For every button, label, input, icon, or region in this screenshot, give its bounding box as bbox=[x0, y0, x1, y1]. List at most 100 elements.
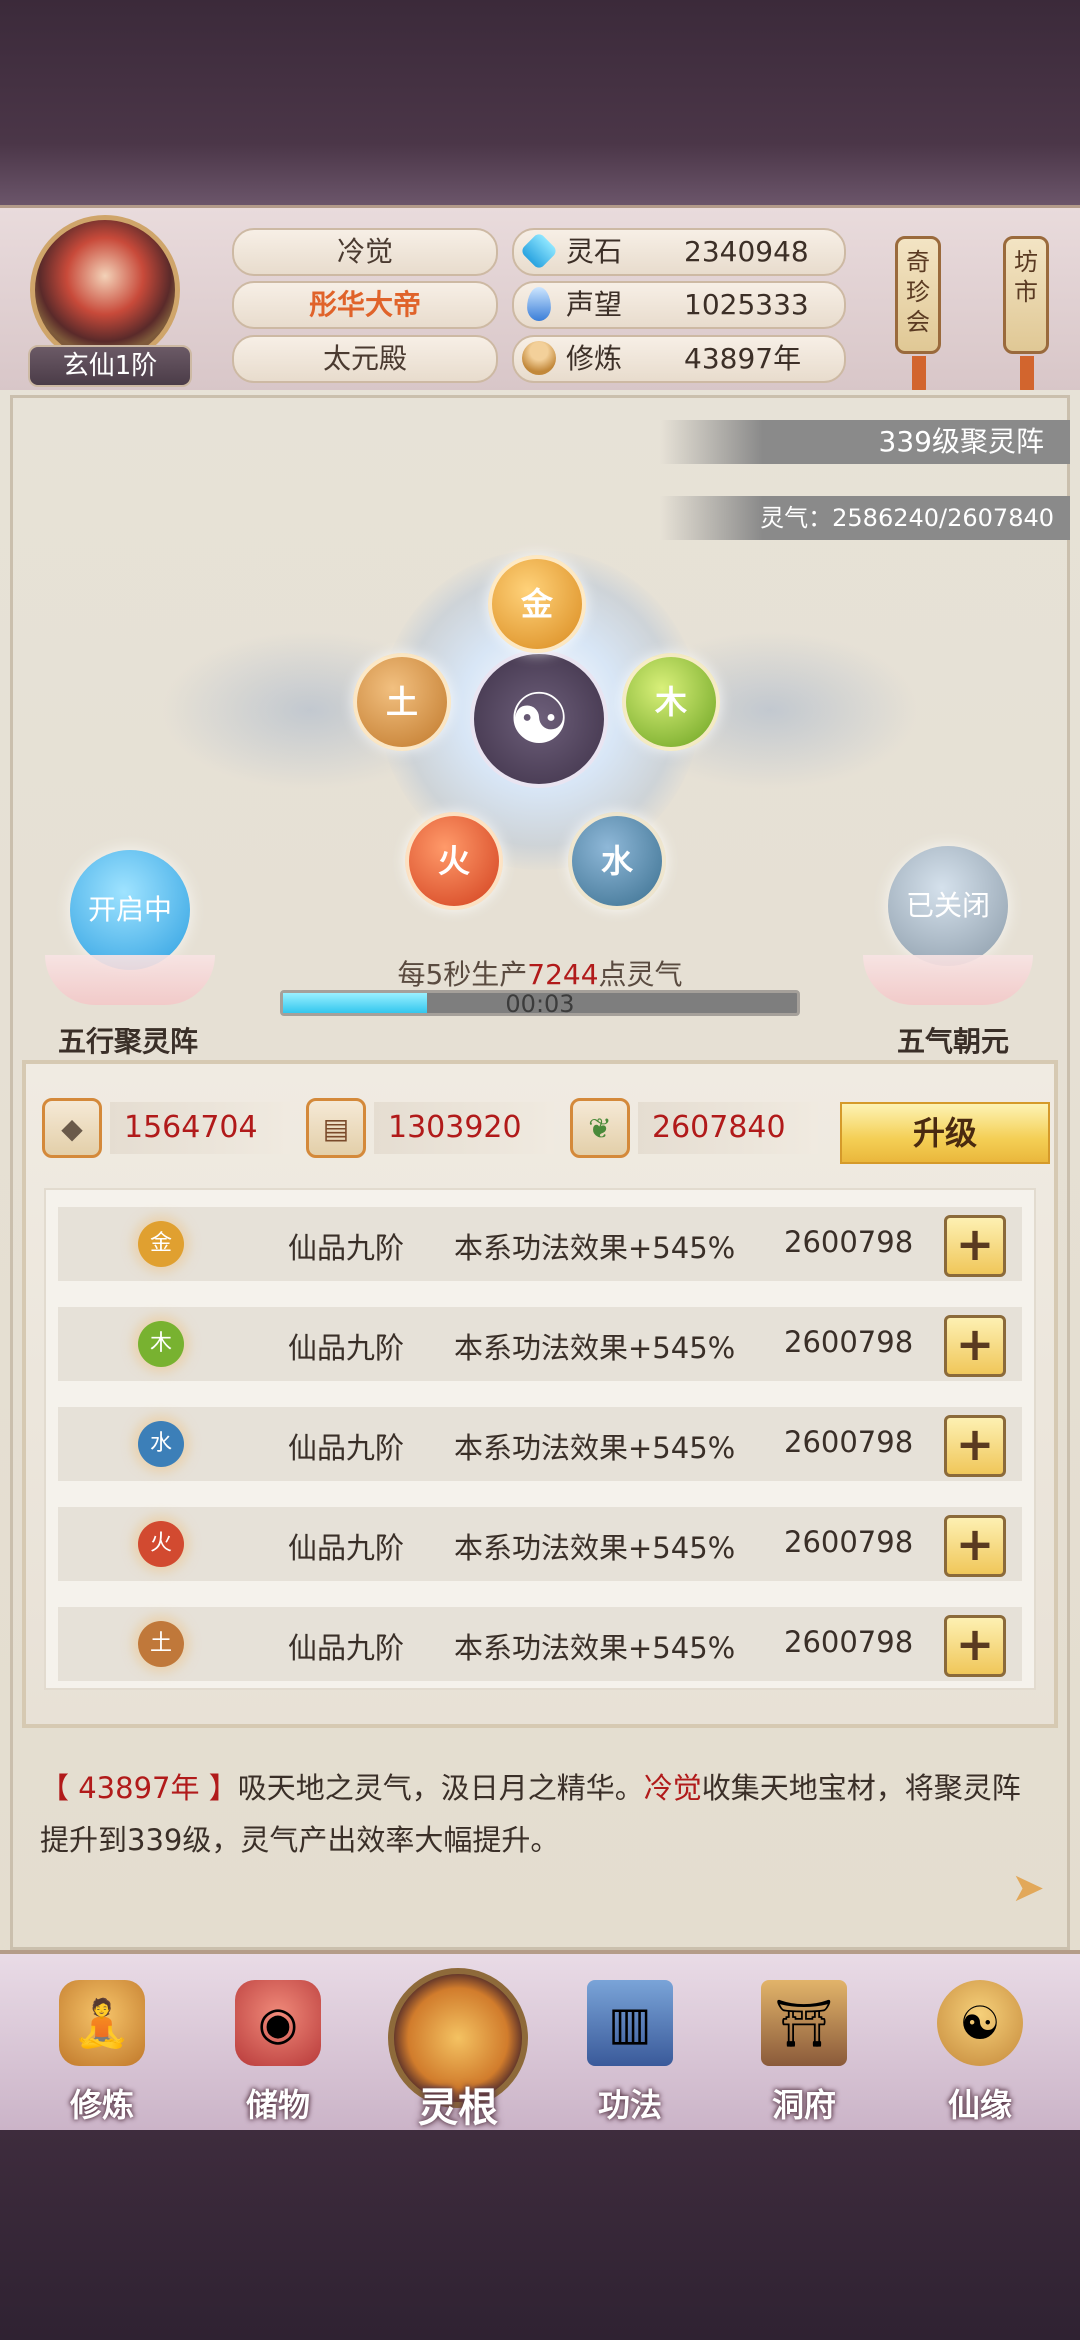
resource-value: 1025333 bbox=[684, 288, 809, 321]
formation-level-banner: 339级聚灵阵 bbox=[660, 420, 1070, 464]
resource-label: 修炼 bbox=[566, 342, 623, 375]
element-badge: 土 bbox=[138, 1621, 184, 1667]
element-grade: 仙品九阶 bbox=[288, 1631, 405, 1665]
nav-label: 洞府 bbox=[771, 2086, 836, 2124]
nav-label: 储物 bbox=[245, 2086, 310, 2124]
five-element-label: 五行聚灵阵 bbox=[58, 1025, 199, 1058]
nav-techniques[interactable]: ▥ 功法 bbox=[570, 1980, 690, 2130]
player-name: 冷觉 bbox=[232, 228, 498, 276]
five-element-formation: ☯ 金 木 水 火 土 bbox=[160, 530, 920, 950]
element-cost: 2600798 bbox=[784, 1225, 914, 1259]
element-grade: 仙品九阶 bbox=[288, 1231, 405, 1265]
nav-fate[interactable]: ☯ 仙缘 bbox=[920, 1980, 1040, 2130]
resource-prestige: 声望 1025333 bbox=[512, 281, 846, 329]
element-water[interactable]: 水 bbox=[568, 812, 666, 910]
element-badge: 水 bbox=[138, 1421, 184, 1467]
bottom-nav bbox=[0, 1950, 1080, 2130]
material-value: 2607840 bbox=[638, 1102, 818, 1154]
gourd-icon: ☯ bbox=[937, 1980, 1023, 2066]
wood-log-icon: ▤ bbox=[306, 1098, 366, 1158]
element-row: 火 仙品九阶 本系功法效果+545% 2600798 + bbox=[58, 1507, 1022, 1581]
element-earth[interactable]: 土 bbox=[353, 653, 451, 751]
production-timer-bar: 00:03 bbox=[280, 990, 800, 1018]
cultivation-icon bbox=[522, 341, 556, 375]
material-value: 1303920 bbox=[374, 1102, 554, 1154]
add-button[interactable]: + bbox=[944, 1515, 1006, 1577]
pavilion-icon: ⛩ bbox=[761, 1980, 847, 2066]
element-effect: 本系功法效果+545% bbox=[454, 1331, 736, 1365]
bottom-band bbox=[0, 2130, 1080, 2340]
log-player-name: 冷觉 bbox=[643, 1771, 702, 1805]
element-badge: 木 bbox=[138, 1321, 184, 1367]
add-button[interactable]: + bbox=[944, 1215, 1006, 1277]
lotus-left bbox=[45, 955, 215, 1005]
herb-icon: ❦ bbox=[570, 1098, 630, 1158]
element-grade: 仙品九阶 bbox=[288, 1531, 405, 1565]
avatar[interactable] bbox=[30, 215, 180, 365]
production-amount: 7244 bbox=[527, 958, 599, 991]
add-button[interactable]: + bbox=[944, 1315, 1006, 1377]
add-button[interactable]: + bbox=[944, 1415, 1006, 1477]
timer-text: 00:03 bbox=[505, 990, 575, 1018]
production-prefix: 每5秒生产 bbox=[397, 958, 528, 991]
element-badge: 火 bbox=[138, 1521, 184, 1567]
element-grade: 仙品九阶 bbox=[288, 1331, 405, 1365]
log-text: 吸天地之灵气，汲日月之精华。 bbox=[237, 1771, 644, 1805]
five-qi-label: 五气朝元 bbox=[897, 1025, 1010, 1058]
upgrade-button[interactable]: 升级 bbox=[840, 1102, 1050, 1164]
production-suffix: 点灵气 bbox=[598, 958, 683, 991]
nav-label: 功法 bbox=[597, 2086, 662, 2124]
spirit-stone-icon bbox=[519, 231, 559, 271]
element-effect: 本系功法效果+545% bbox=[454, 1431, 736, 1465]
event-log: 【 43897年 】吸天地之灵气，汲日月之精华。冷觉收集天地宝材，将聚灵阵提升到… bbox=[40, 1762, 1040, 1866]
element-row: 水 仙品九阶 本系功法效果+545% 2600798 + bbox=[58, 1407, 1022, 1481]
element-wood[interactable]: 木 bbox=[622, 653, 720, 751]
element-effect: 本系功法效果+545% bbox=[454, 1631, 736, 1665]
player-title: 彤华大帝 bbox=[232, 281, 498, 329]
five-element-toggle[interactable]: 开启中 bbox=[70, 850, 190, 970]
nav-label: 修炼 bbox=[69, 2086, 134, 2124]
nav-spirit-root-label[interactable]: 灵根 bbox=[388, 2075, 528, 2133]
nav-label: 仙缘 bbox=[947, 2086, 1012, 2124]
material-value: 1564704 bbox=[110, 1102, 290, 1154]
production-text: 每5秒生产7244点灵气 bbox=[290, 953, 790, 993]
next-arrow-icon[interactable]: ➤ bbox=[1006, 1866, 1050, 1910]
ore-icon: ◆ bbox=[42, 1098, 102, 1158]
element-effect: 本系功法效果+545% bbox=[454, 1231, 736, 1265]
bag-icon: ◉ bbox=[235, 1980, 321, 2066]
top-band bbox=[0, 0, 1080, 205]
element-cost: 2600798 bbox=[784, 1425, 914, 1459]
element-cost: 2600798 bbox=[784, 1625, 914, 1659]
resource-spirit-stone: 灵石 2340948 bbox=[512, 228, 846, 276]
element-effect: 本系功法效果+545% bbox=[454, 1531, 736, 1565]
element-grade: 仙品九阶 bbox=[288, 1431, 405, 1465]
resource-value: 2340948 bbox=[684, 235, 809, 268]
cultivator-icon: 🧘 bbox=[59, 1980, 145, 2066]
book-icon: ▥ bbox=[587, 1980, 673, 2066]
prestige-icon bbox=[527, 287, 551, 321]
resource-label: 灵石 bbox=[566, 235, 623, 268]
nav-cultivate[interactable]: 🧘 修炼 bbox=[42, 1980, 162, 2130]
nav-cave[interactable]: ⛩ 洞府 bbox=[744, 1980, 864, 2130]
element-row: 土 仙品九阶 本系功法效果+545% 2600798 + bbox=[58, 1607, 1022, 1681]
resource-cultivation: 修炼 43897年 bbox=[512, 335, 846, 383]
add-button[interactable]: + bbox=[944, 1615, 1006, 1677]
log-year: 【 43897年 】 bbox=[40, 1771, 238, 1805]
rank-badge: 玄仙1阶 bbox=[28, 345, 192, 387]
resource-value: 43897年 bbox=[684, 342, 802, 375]
taiji-icon[interactable]: ☯ bbox=[470, 650, 608, 788]
lotus-right bbox=[863, 955, 1033, 1005]
element-cost: 2600798 bbox=[784, 1325, 914, 1359]
element-metal[interactable]: 金 bbox=[488, 555, 586, 653]
element-fire[interactable]: 火 bbox=[405, 812, 503, 910]
element-badge: 金 bbox=[138, 1221, 184, 1267]
resource-label: 声望 bbox=[566, 288, 623, 321]
nav-storage[interactable]: ◉ 储物 bbox=[218, 1980, 338, 2130]
five-qi-toggle[interactable]: 已关闭 bbox=[888, 846, 1008, 966]
treasure-fair-scroll[interactable]: 奇珍会 bbox=[895, 236, 941, 354]
player-sect: 太元殿 bbox=[232, 335, 498, 383]
element-row: 木 仙品九阶 本系功法效果+545% 2600798 + bbox=[58, 1307, 1022, 1381]
market-scroll[interactable]: 坊市 bbox=[1003, 236, 1049, 354]
rank-label: 玄仙1阶 bbox=[62, 351, 158, 381]
element-row: 金 仙品九阶 本系功法效果+545% 2600798 + bbox=[58, 1207, 1022, 1281]
